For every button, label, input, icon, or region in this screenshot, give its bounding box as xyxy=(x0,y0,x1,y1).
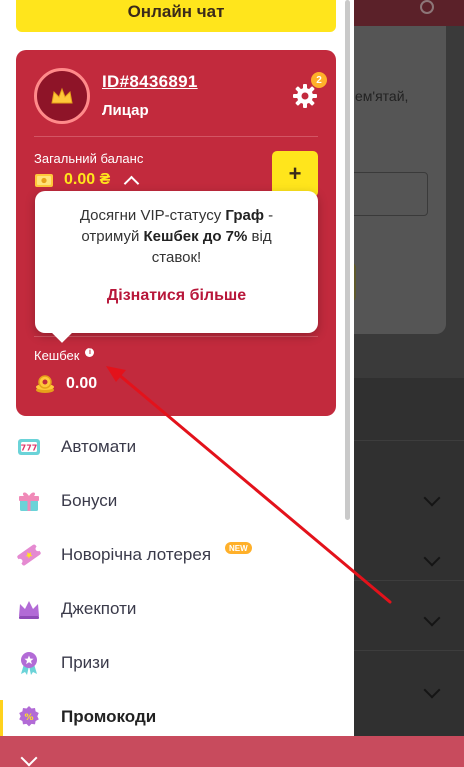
background-section xyxy=(340,378,464,738)
user-id-link[interactable]: ID#8436891 xyxy=(102,72,198,92)
divider xyxy=(34,136,318,137)
chevron-up-icon[interactable] xyxy=(123,175,140,191)
tooltip-line: Досягни VIP-статусу xyxy=(79,207,226,224)
learn-more-link[interactable]: Дізнатися більше xyxy=(35,287,318,305)
background-divider xyxy=(350,580,464,581)
user-rank: Лицар xyxy=(102,102,149,119)
medal-icon xyxy=(21,652,37,675)
background-divider xyxy=(350,650,464,651)
svg-text:777: 777 xyxy=(21,444,38,453)
promo-percent-icon: % xyxy=(19,706,39,727)
tooltip-line: ставок! xyxy=(151,249,202,266)
cashback-amount: 0.00 xyxy=(66,375,98,392)
notification-badge: 2 xyxy=(311,72,327,88)
balance-row[interactable]: 0.00 ₴ xyxy=(34,171,140,191)
balance-label: Загальний баланс xyxy=(34,151,144,166)
avatar[interactable] xyxy=(34,68,90,124)
gift-icon xyxy=(19,492,39,511)
menu-item-label: Новорічна лотерея xyxy=(61,545,212,564)
crown-icon xyxy=(19,601,39,619)
menu-item-prizes[interactable]: Призи xyxy=(0,636,354,690)
side-drawer: Онлайн чат ID#8436891 Лицар 2 Загальний … xyxy=(0,0,354,767)
background-divider xyxy=(350,440,464,441)
tooltip-status: Граф xyxy=(225,207,264,224)
vip-tooltip: Досягни VIP-статусу Граф - отримуй Кешбе… xyxy=(35,191,318,343)
coins-icon xyxy=(36,375,54,393)
cashback-row: 0.00 xyxy=(34,374,97,394)
ticket-icon xyxy=(17,544,41,566)
tooltip-cashback: Кешбек до 7% xyxy=(143,228,248,245)
menu-item-label: Джекпоти xyxy=(61,599,137,618)
crown-icon xyxy=(51,87,73,104)
menu-item-lottery[interactable]: Новорічна лотерея xyxy=(0,528,354,582)
menu-item-slots[interactable]: 777 Автомати xyxy=(0,420,354,474)
tooltip-line: - xyxy=(263,207,274,224)
cash-icon xyxy=(35,173,53,187)
cashback-label-text: Кешбек xyxy=(34,348,80,363)
menu-item-label: Промокоди xyxy=(61,707,157,726)
background-card-text: ем'ятай, xyxy=(355,88,409,104)
info-icon[interactable]: i xyxy=(85,348,95,357)
bottom-bar[interactable] xyxy=(0,736,464,767)
tooltip-text: Досягни VIP-статусу Граф - отримуй Кешбе… xyxy=(51,205,302,268)
svg-text:%: % xyxy=(24,713,33,723)
new-badge: NEW xyxy=(225,542,252,554)
cashback-label: Кешбек i xyxy=(34,348,95,363)
menu-item-label: Призи xyxy=(61,653,110,672)
divider xyxy=(34,336,318,337)
tooltip-line: отримуй xyxy=(81,228,144,245)
menu-item-jackpots[interactable]: Джекпоти xyxy=(0,582,354,636)
menu-item-label: Автомати xyxy=(61,437,137,456)
menu-item-label: Бонуси xyxy=(61,491,118,510)
slots-777-icon: 777 xyxy=(18,439,40,455)
online-chat-button[interactable]: Онлайн чат xyxy=(16,0,336,32)
balance-amount: 0.00 ₴ xyxy=(64,171,111,188)
tooltip-line: від xyxy=(247,228,272,245)
menu-item-bonuses[interactable]: Бонуси xyxy=(0,474,354,528)
search-icon xyxy=(420,0,434,14)
